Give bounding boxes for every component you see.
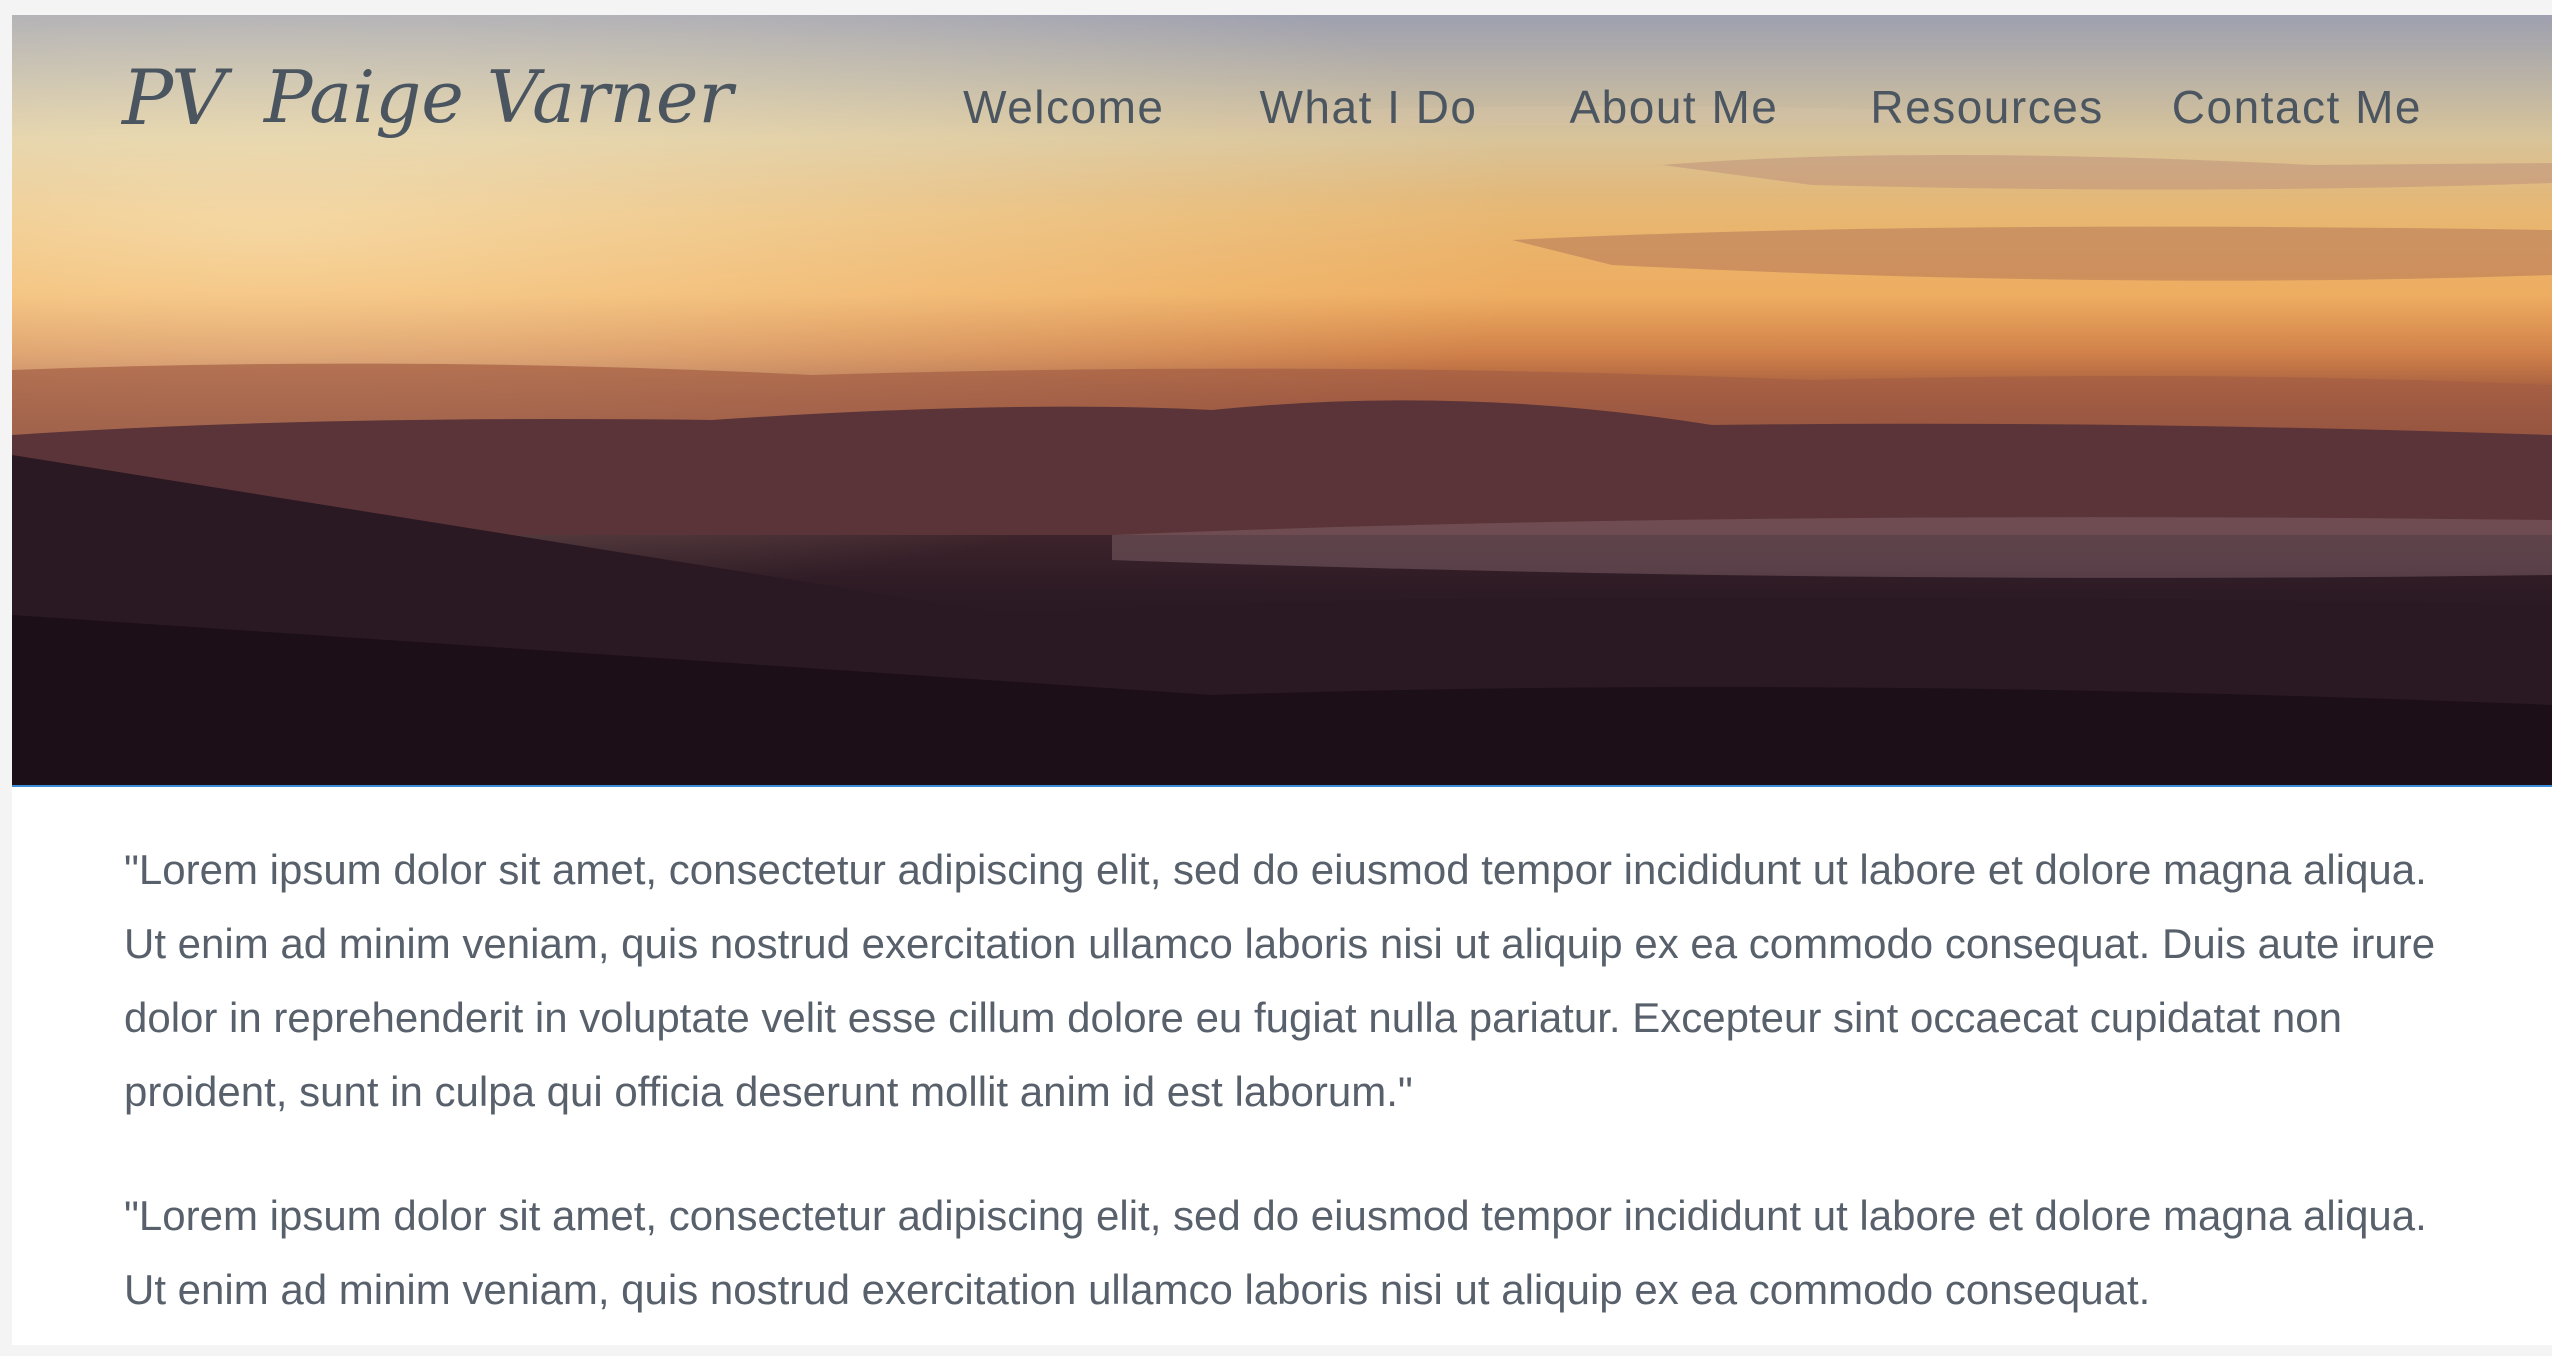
- hero-banner: PV Paige Varner Welcome What I Do About …: [12, 15, 2552, 785]
- nav-item-welcome[interactable]: Welcome: [963, 80, 1164, 134]
- site-logo[interactable]: PV Paige Varner: [122, 37, 733, 157]
- nav-item-what-i-do[interactable]: What I Do: [1259, 80, 1477, 134]
- hero-divider: [12, 785, 2552, 787]
- nav-item-resources[interactable]: Resources: [1870, 80, 2103, 134]
- nav-item-about-me[interactable]: About Me: [1570, 80, 1779, 134]
- body-paragraph: "Lorem ipsum dolor sit amet, consectetur…: [124, 846, 2436, 1115]
- main-content: "Lorem ipsum dolor sit amet, consectetur…: [124, 833, 2454, 1345]
- page: PV Paige Varner Welcome What I Do About …: [12, 15, 2552, 1345]
- main-navigation: Welcome What I Do About Me Resources Con…: [963, 67, 2552, 147]
- logo-monogram: PV: [122, 52, 226, 142]
- logo-name: Paige Varner: [264, 55, 733, 139]
- body-paragraph: "Lorem ipsum dolor sit amet, consectetur…: [124, 1192, 2427, 1313]
- nav-item-contact-me[interactable]: Contact Me: [2172, 80, 2422, 134]
